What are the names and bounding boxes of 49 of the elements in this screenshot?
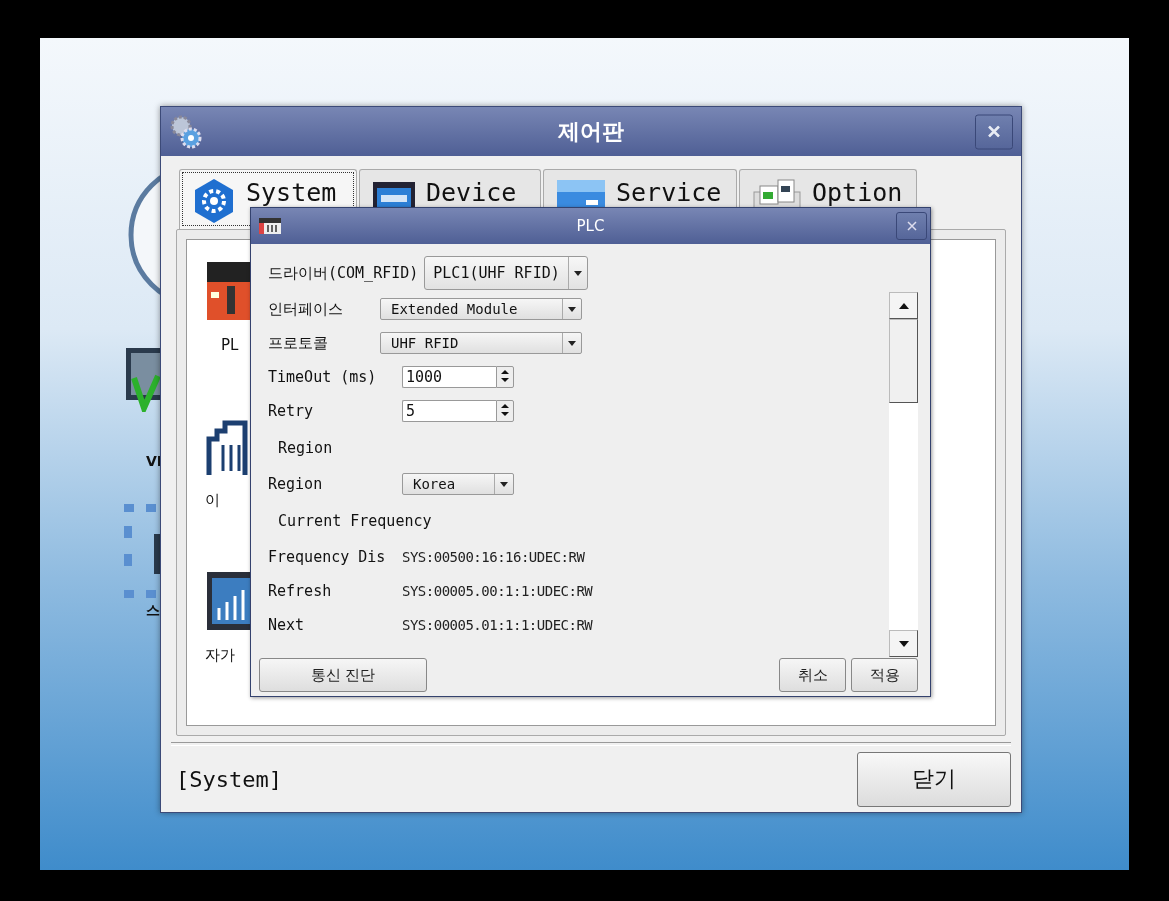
close-button[interactable] bbox=[896, 212, 927, 240]
close-button[interactable]: 닫기 bbox=[857, 751, 1011, 807]
section-label: [System] bbox=[176, 766, 282, 792]
spin-field[interactable]: 1000 bbox=[402, 366, 496, 388]
field-label: Next bbox=[268, 616, 306, 634]
dropdown[interactable]: Korea bbox=[402, 473, 514, 495]
field-label: TimeOut (ms) bbox=[268, 368, 378, 386]
field-label: Frequency Dis bbox=[268, 548, 387, 566]
item-label: PL bbox=[220, 336, 239, 354]
scroll-thumb[interactable] bbox=[889, 319, 918, 403]
down-arrow-icon bbox=[898, 640, 909, 647]
driver-label: 드라이버(COM_RFID) bbox=[268, 263, 419, 283]
field-label: 프로토콜 bbox=[268, 333, 329, 353]
caret-icon bbox=[568, 306, 576, 312]
window-title: 제어판 bbox=[558, 117, 624, 146]
field-label: Region bbox=[268, 475, 324, 493]
item-label: 이 bbox=[205, 491, 220, 510]
dropdown[interactable]: Extended Module bbox=[380, 298, 582, 320]
caret-icon bbox=[568, 340, 576, 346]
field-value: SYS:00005.01:1:1:UDEC:RW bbox=[402, 617, 593, 633]
spin-field[interactable]: 5 bbox=[402, 400, 496, 422]
field-value: SYS:00005.00:1:1:UDEC:RW bbox=[402, 583, 593, 599]
spin-buttons[interactable] bbox=[496, 400, 514, 422]
caret-icon bbox=[573, 270, 582, 276]
field-label: Refresh bbox=[268, 582, 333, 600]
plc-icon bbox=[259, 218, 281, 234]
field-label: Retry bbox=[268, 402, 315, 420]
diagnose-button[interactable]: 통신 진단 bbox=[259, 658, 427, 692]
close-icon bbox=[906, 221, 917, 231]
scroll-down-button[interactable] bbox=[889, 630, 918, 657]
close-button[interactable] bbox=[975, 114, 1013, 149]
gears-icon bbox=[169, 113, 203, 150]
spin-buttons[interactable] bbox=[496, 366, 514, 388]
section-heading: Current Frequency bbox=[277, 511, 432, 530]
field-value: SYS:00500:16:16:UDEC:RW bbox=[402, 549, 585, 565]
scroll-up-button[interactable] bbox=[889, 292, 918, 319]
caret-icon bbox=[500, 481, 508, 487]
gear-icon bbox=[192, 178, 236, 224]
dropdown[interactable]: UHF RFID bbox=[380, 332, 582, 354]
field-label: 인터페이스 bbox=[268, 299, 344, 319]
section-heading: Region bbox=[277, 438, 333, 457]
cancel-button[interactable]: 취소 bbox=[779, 658, 846, 692]
close-icon bbox=[988, 125, 1000, 138]
apply-button[interactable]: 적용 bbox=[851, 658, 918, 692]
driver-dropdown[interactable]: PLC1(UHF RFID) bbox=[424, 256, 588, 290]
scrollbar[interactable] bbox=[889, 292, 918, 657]
icon-label: 스 bbox=[146, 602, 160, 620]
item-label: 자가 bbox=[205, 646, 235, 665]
up-arrow-icon bbox=[898, 302, 909, 309]
